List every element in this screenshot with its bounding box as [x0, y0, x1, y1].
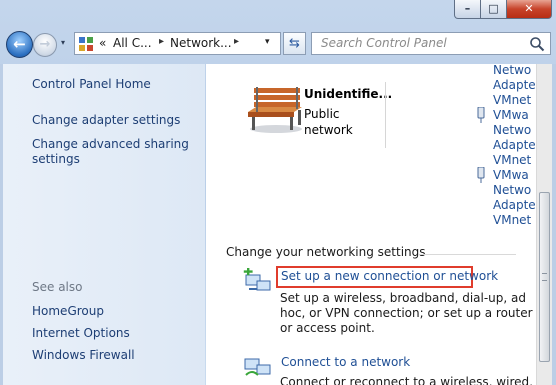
connection-link[interactable]: VMnet — [493, 213, 531, 227]
new-connection-icon — [243, 268, 271, 291]
connection-plug-icon — [477, 107, 485, 123]
breadcrumb-all-control-panel[interactable]: All C... — [113, 36, 152, 50]
close-button[interactable]: ✕ — [506, 0, 552, 19]
scrollbar-grip — [542, 273, 547, 281]
homegroup-link[interactable]: HomeGroup — [32, 304, 104, 318]
connection-link[interactable]: Adapte — [493, 78, 536, 92]
window-border-right — [552, 64, 556, 385]
change-advanced-sharing-link[interactable]: Change advanced sharing — [32, 137, 189, 151]
breadcrumb-separator-icon[interactable]: ▸ — [159, 36, 164, 47]
connect-to-network-link[interactable]: Connect to a network — [281, 355, 410, 369]
connection-link[interactable]: VMwa — [493, 108, 529, 122]
search-icon[interactable] — [529, 36, 545, 52]
search-input[interactable]: Search Control Panel — [321, 36, 447, 50]
task-pane: Control Panel Home Change adapter settin… — [3, 64, 205, 385]
connection-link[interactable]: Adapte — [493, 138, 536, 152]
windows-firewall-link[interactable]: Windows Firewall — [32, 348, 135, 362]
scrollbar-thumb[interactable] — [539, 192, 550, 362]
connect-network-icon — [244, 358, 271, 376]
connection-link[interactable]: VMwa — [493, 168, 529, 182]
content-pane: Unidentifie... Public network Netwo Adap… — [206, 64, 536, 385]
control-panel-home-link[interactable]: Control Panel Home — [32, 77, 151, 91]
recent-pages-dropdown[interactable]: ▾ — [61, 38, 65, 47]
control-panel-icon — [79, 37, 93, 51]
connection-link[interactable]: Adapte — [493, 198, 536, 212]
breadcrumb-network[interactable]: Network... — [170, 36, 232, 50]
change-adapter-settings-link[interactable]: Change adapter settings — [32, 113, 180, 127]
connect-to-network-description: Connect or reconnect to a wireless, wire… — [280, 375, 533, 385]
forward-button[interactable]: → — [33, 33, 57, 57]
see-also-heading: See also — [32, 280, 83, 294]
back-button[interactable]: ← — [6, 31, 33, 58]
section-heading: Change your networking settings — [226, 245, 426, 259]
network-name: Unidentifie... — [304, 87, 393, 101]
maximize-icon: □ — [488, 2, 499, 15]
section-divider — [419, 254, 516, 255]
network-type-line: network — [304, 123, 353, 137]
address-bar[interactable]: « All C... ▸ Network... ▸ ▾ — [74, 32, 281, 55]
internet-options-link[interactable]: Internet Options — [32, 326, 130, 340]
network-type-line: Public — [304, 107, 340, 121]
connection-link[interactable]: Netwo — [493, 123, 531, 137]
divider — [385, 82, 386, 148]
back-arrow-icon: ← — [13, 35, 26, 53]
close-icon: ✕ — [524, 2, 534, 15]
address-dropdown-icon[interactable]: ▾ — [265, 37, 270, 47]
setup-new-connection-link[interactable]: Set up a new connection or network — [281, 269, 498, 283]
connection-link[interactable]: Netwo — [493, 64, 531, 77]
vertical-scrollbar[interactable] — [536, 64, 552, 385]
connection-link[interactable]: VMnet — [493, 153, 531, 167]
connection-plug-icon — [477, 167, 485, 183]
search-box[interactable]: Search Control Panel — [311, 32, 551, 55]
address-overflow-chevron[interactable]: « — [99, 36, 106, 50]
public-network-bench-icon — [248, 87, 302, 133]
connection-link[interactable]: Netwo — [493, 183, 531, 197]
connection-link[interactable]: VMnet — [493, 93, 531, 107]
network-type[interactable]: Public network — [304, 106, 353, 138]
setup-new-connection-description: Set up a wireless, broadband, dial-up, a… — [280, 291, 533, 335]
maximize-button[interactable]: □ — [480, 0, 507, 19]
refresh-button[interactable]: ⇆ — [283, 32, 306, 55]
forward-arrow-icon: → — [39, 37, 51, 52]
minimize-icon: – — [464, 2, 471, 15]
breadcrumb-separator-icon[interactable]: ▸ — [234, 36, 239, 47]
change-advanced-sharing-link-cont[interactable]: settings — [32, 152, 80, 166]
minimize-button[interactable]: – — [454, 0, 481, 19]
